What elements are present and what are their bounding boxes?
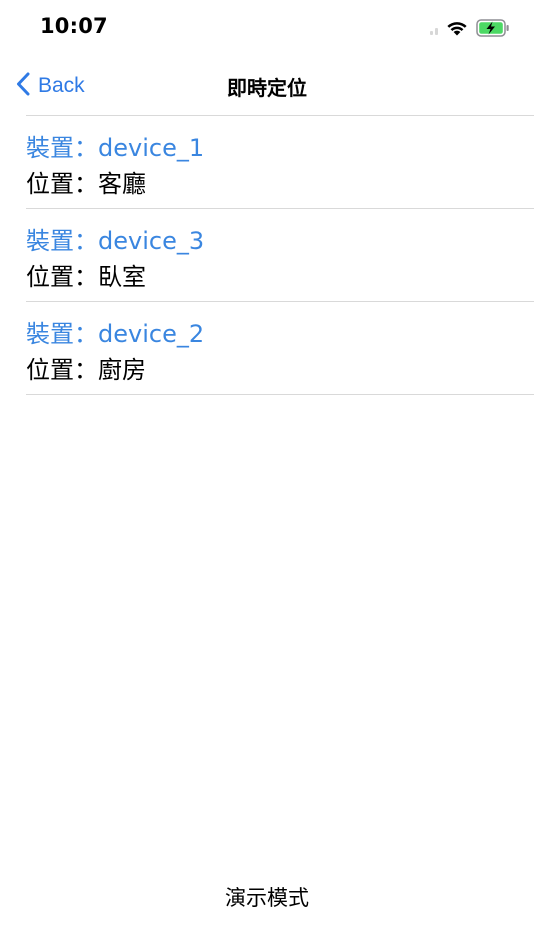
signal-icon bbox=[430, 21, 438, 35]
status-time: 10:07 bbox=[40, 14, 108, 38]
device-name: 裝置：device_3 bbox=[26, 227, 205, 255]
list-item-device-1[interactable]: 裝置：device_1 位置：客廳 bbox=[0, 116, 534, 209]
device-name: 裝置：device_2 bbox=[26, 320, 205, 348]
device-location: 位置：客廳 bbox=[26, 170, 146, 198]
device-name: 裝置：device_1 bbox=[26, 134, 205, 162]
status-icons bbox=[430, 16, 510, 40]
list-item-device-2[interactable]: 裝置：device_2 位置：廚房 bbox=[0, 302, 534, 395]
page-title: 即時定位 bbox=[227, 76, 307, 100]
wifi-icon bbox=[446, 20, 468, 36]
device-list: 裝置：device_1 位置：客廳 裝置：device_3 位置：臥室 裝置：d… bbox=[0, 116, 534, 395]
list-item-device-3[interactable]: 裝置：device_3 位置：臥室 bbox=[0, 209, 534, 302]
device-location: 位置：臥室 bbox=[26, 263, 146, 291]
navigation-bar: Back 即時定位 bbox=[0, 58, 534, 116]
demo-mode-label: 演示模式 bbox=[225, 886, 309, 910]
battery-charging-icon bbox=[476, 19, 510, 37]
status-bar: 10:07 bbox=[0, 0, 534, 56]
device-location: 位置：廚房 bbox=[26, 356, 146, 384]
